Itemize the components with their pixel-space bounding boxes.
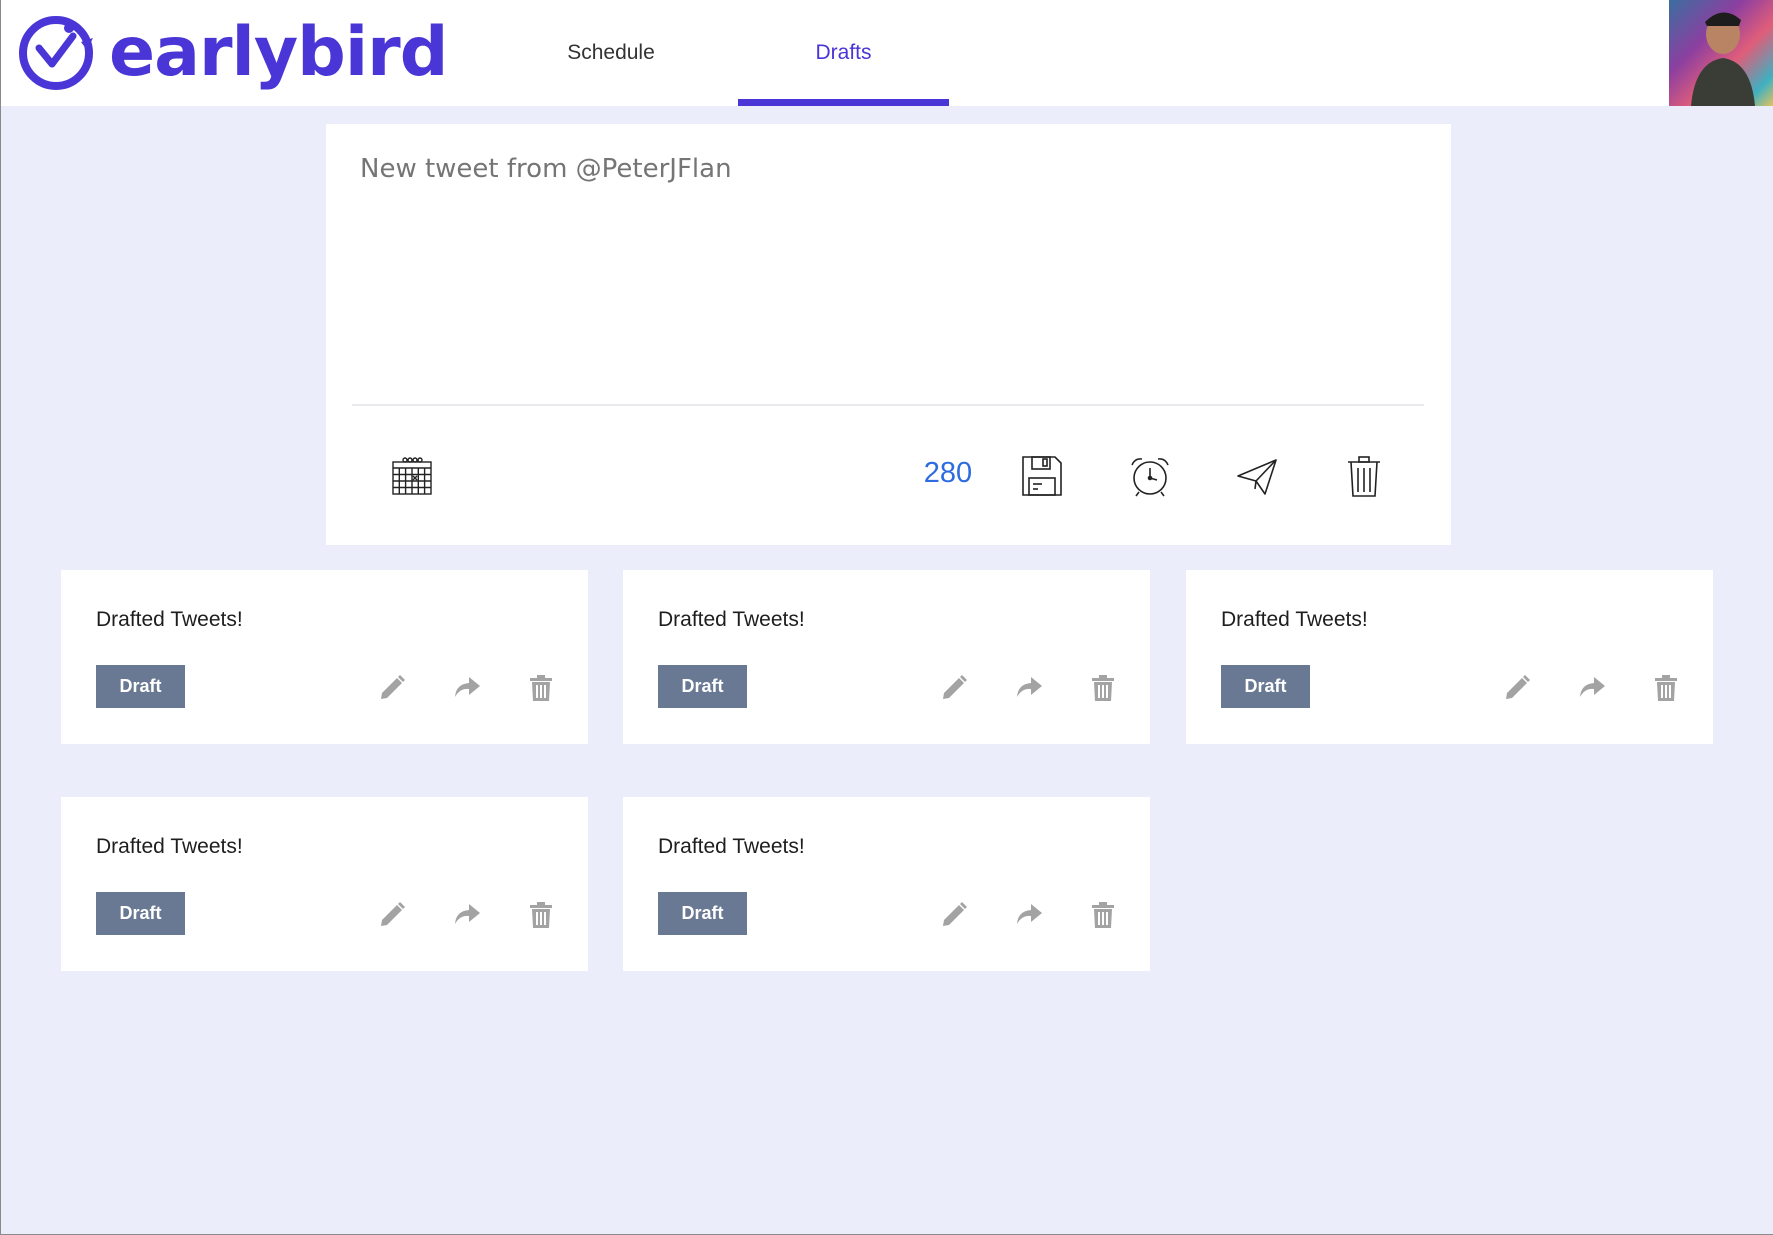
draft-card: Drafted Tweets! Draft [623,797,1150,971]
draft-title: Drafted Tweets! [658,608,805,631]
share-icon[interactable] [452,900,482,930]
trash-icon[interactable] [1342,454,1386,498]
tab-drafts[interactable]: Drafts [738,0,949,106]
delete-icon[interactable] [526,900,556,930]
tweet-input[interactable] [360,154,1420,294]
tab-schedule[interactable]: Schedule [541,0,681,106]
draft-badge: Draft [96,892,185,935]
edit-icon[interactable] [939,673,969,703]
calendar-icon[interactable] [390,454,434,498]
share-icon[interactable] [1014,900,1044,930]
share-icon[interactable] [1014,673,1044,703]
delete-icon[interactable] [1651,673,1681,703]
draft-card: Drafted Tweets! Draft [61,797,588,971]
draft-title: Drafted Tweets! [1221,608,1368,631]
alarm-clock-icon[interactable] [1128,454,1172,498]
share-icon[interactable] [1577,673,1607,703]
logo[interactable]: earlybird [17,12,448,95]
draft-title: Drafted Tweets! [96,835,243,858]
save-icon[interactable] [1020,454,1064,498]
share-icon[interactable] [452,673,482,703]
edit-icon[interactable] [939,900,969,930]
character-count: 280 [923,457,973,489]
delete-icon[interactable] [1088,673,1118,703]
composer-divider [352,404,1424,406]
delete-icon[interactable] [526,673,556,703]
draft-badge: Draft [96,665,185,708]
edit-icon[interactable] [377,673,407,703]
avatar[interactable] [1669,0,1773,106]
send-icon[interactable] [1235,454,1279,498]
top-bar: earlybird Schedule Drafts [1,0,1773,106]
edit-icon[interactable] [1502,673,1532,703]
edit-icon[interactable] [377,900,407,930]
logo-text: earlybird [109,13,448,92]
draft-card: Drafted Tweets! Draft [61,570,588,744]
delete-icon[interactable] [1088,900,1118,930]
tweet-composer: 280 [326,124,1451,545]
bird-clock-icon [17,12,95,95]
draft-badge: Draft [1221,665,1310,708]
draft-card: Drafted Tweets! Draft [1186,570,1713,744]
draft-title: Drafted Tweets! [658,835,805,858]
draft-badge: Draft [658,892,747,935]
draft-card: Drafted Tweets! Draft [623,570,1150,744]
draft-title: Drafted Tweets! [96,608,243,631]
draft-badge: Draft [658,665,747,708]
